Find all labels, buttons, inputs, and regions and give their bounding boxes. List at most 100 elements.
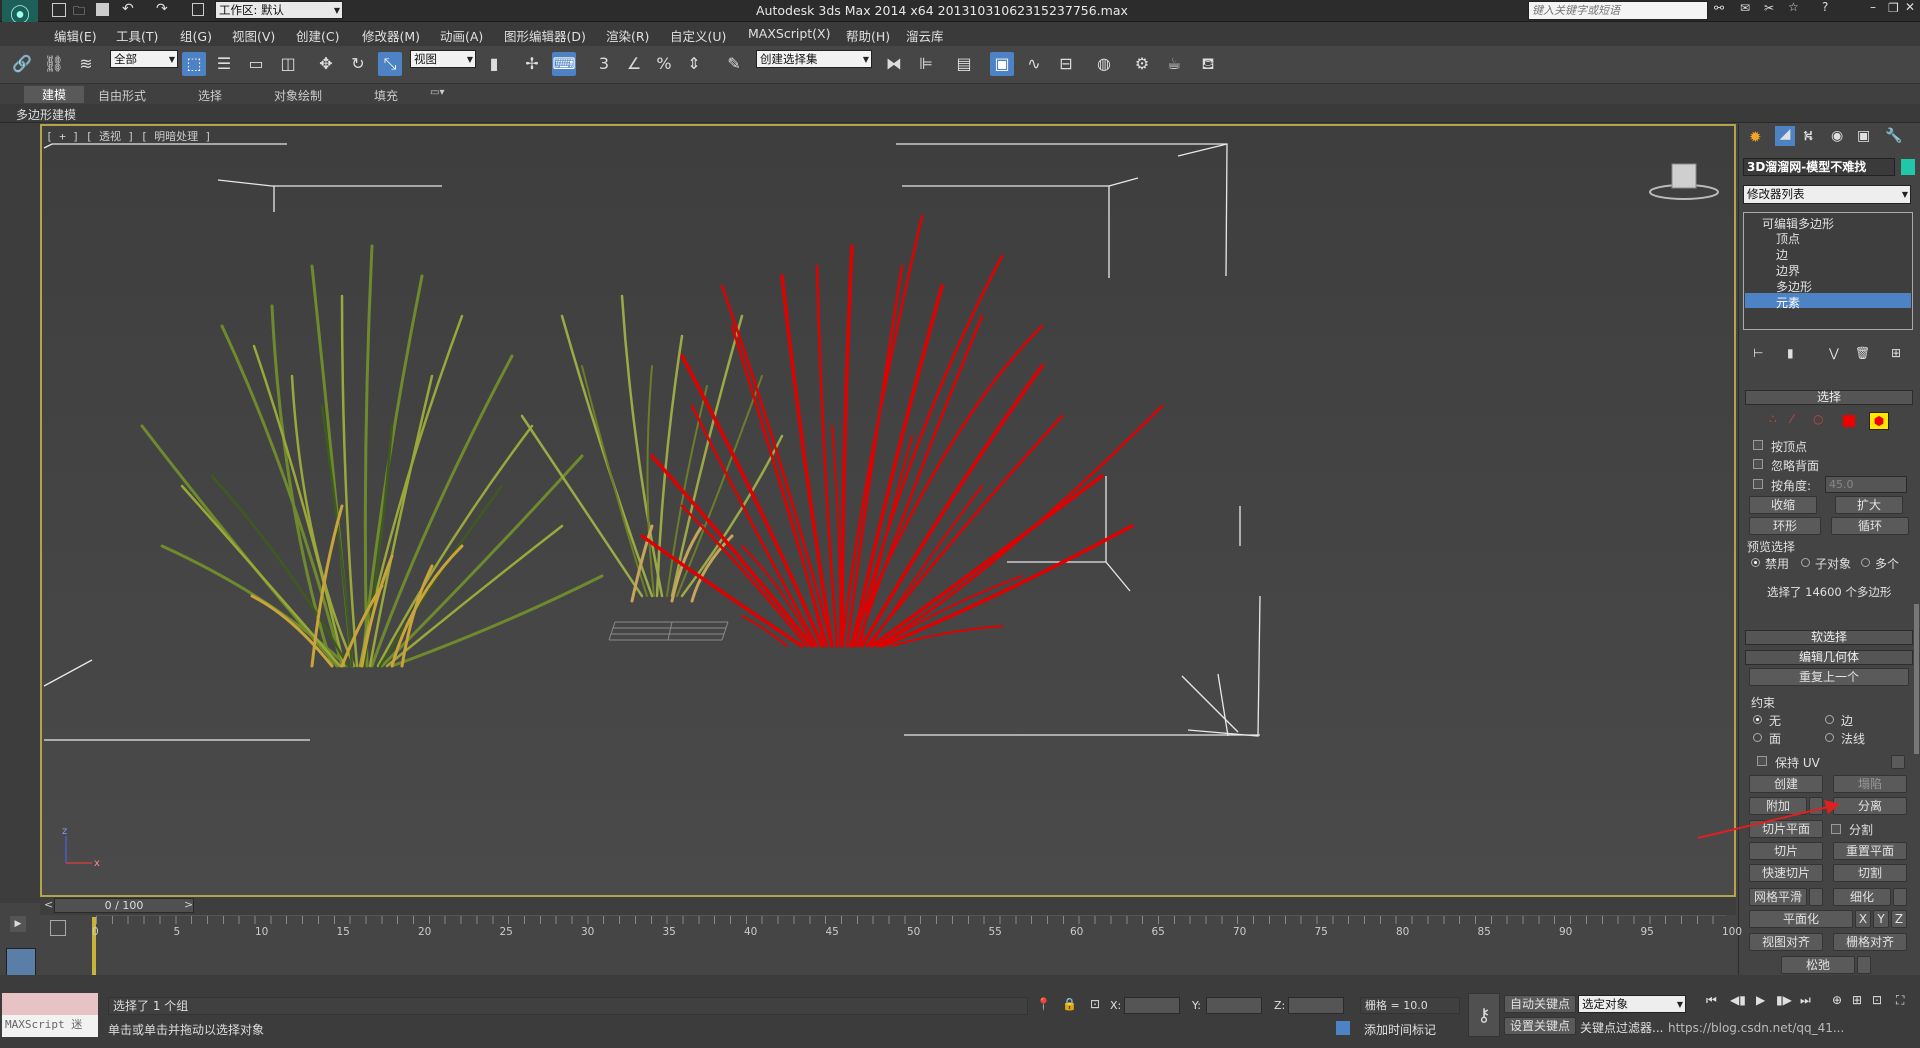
- panel-scrollbar[interactable]: [1914, 604, 1919, 754]
- add-time-tag-icon[interactable]: [1336, 1021, 1350, 1035]
- menu-animation[interactable]: 动画(A): [440, 26, 483, 45]
- search-input[interactable]: 键入关键字或短语: [1528, 1, 1708, 20]
- named-selection-dropdown[interactable]: 创建选择集: [756, 50, 872, 68]
- auto-key-button[interactable]: 自动关键点: [1504, 995, 1576, 1013]
- menu-edit[interactable]: 编辑(E): [54, 26, 97, 45]
- mini-curve-editor-icon[interactable]: [50, 920, 66, 936]
- collapse-button[interactable]: 塌陷: [1833, 775, 1907, 793]
- create-button[interactable]: 创建: [1749, 775, 1823, 793]
- zoom-extents-icon[interactable]: ⊡: [1872, 993, 1882, 1007]
- layer-manager-icon[interactable]: ▤: [952, 52, 976, 76]
- viewcube-icon[interactable]: [1649, 163, 1719, 200]
- grid-align-button[interactable]: 栅格对齐: [1833, 933, 1907, 951]
- time-slider[interactable]: < 0 / 100 >: [40, 897, 1736, 915]
- track-bar[interactable]: 0 5 10 15 20 25 30 35 40 45 50 55 60 65 70 75 80 85 90 95 10…: [40, 915, 1742, 975]
- make-planar-button[interactable]: 平面化: [1749, 910, 1853, 928]
- ribbon-options-icon[interactable]: ▭▾: [430, 87, 444, 98]
- z-coord-field[interactable]: [1288, 997, 1344, 1014]
- select-by-name-icon[interactable]: ☰: [212, 52, 236, 76]
- menu-rendering[interactable]: 渲染(R): [606, 26, 649, 45]
- maxscript-listener-pink[interactable]: [2, 993, 98, 1015]
- rendered-frame-icon[interactable]: ☕: [1162, 52, 1186, 76]
- time-slider-prev[interactable]: <: [44, 898, 53, 911]
- snap-3-icon[interactable]: 3: [592, 52, 616, 76]
- remove-modifier-icon[interactable]: 🗑: [1855, 346, 1870, 360]
- save-icon[interactable]: [96, 3, 109, 16]
- goto-start-icon[interactable]: ⏮: [1706, 993, 1717, 1008]
- viewport-layout-icon[interactable]: [6, 948, 36, 978]
- rotate-icon[interactable]: ↻: [346, 52, 370, 76]
- tessellate-button[interactable]: 细化: [1833, 888, 1891, 906]
- tools-icon[interactable]: ✂: [1764, 1, 1774, 15]
- lock-selection-icon[interactable]: 🔒: [1062, 997, 1077, 1011]
- shrink-button[interactable]: 收缩: [1749, 496, 1817, 514]
- tab-object-paint[interactable]: 对象绘制: [274, 87, 322, 104]
- meshsmooth-settings-button[interactable]: [1809, 888, 1823, 906]
- key-target-dropdown[interactable]: 选定对象: [1578, 995, 1686, 1013]
- vertex-mode-icon[interactable]: ∴: [1769, 412, 1777, 426]
- close-icon[interactable]: ✕: [1905, 0, 1915, 14]
- minimize-icon[interactable]: –: [1870, 0, 1876, 14]
- create-tab-icon[interactable]: ✹: [1749, 128, 1762, 146]
- preserve-uv-settings-button[interactable]: [1891, 755, 1905, 769]
- time-slider-next[interactable]: >: [184, 898, 193, 911]
- tab-selection[interactable]: 选择: [198, 87, 222, 104]
- stack-item-edge[interactable]: 边: [1776, 246, 1788, 263]
- play-icon[interactable]: ▶: [1756, 993, 1765, 1007]
- edge-mode-icon[interactable]: ⁄: [1791, 412, 1793, 426]
- modifier-list-dropdown[interactable]: 修改器列表: [1743, 185, 1911, 204]
- by-angle-checkbox[interactable]: [1753, 479, 1763, 489]
- hold-icon[interactable]: [192, 3, 204, 16]
- ignore-backfacing-checkbox[interactable]: [1753, 459, 1763, 469]
- isolate-icon[interactable]: 📍: [1036, 997, 1051, 1011]
- stack-item-element[interactable]: [1745, 293, 1911, 308]
- constraint-edge-radio[interactable]: [1825, 715, 1834, 724]
- pivot-icon[interactable]: ▮: [482, 52, 506, 76]
- menu-views[interactable]: 视图(V): [232, 26, 275, 45]
- menu-modifiers[interactable]: 修改器(M): [362, 26, 420, 45]
- maximize-viewport-icon[interactable]: ⛶: [1896, 993, 1904, 1008]
- preview-multiple-radio[interactable]: [1861, 558, 1870, 567]
- zoom-icon[interactable]: ⊕: [1832, 993, 1842, 1007]
- hierarchy-tab-icon[interactable]: ⛕: [1803, 128, 1813, 146]
- play-side-icon[interactable]: ▶: [10, 916, 26, 932]
- maxscript-mini-listener[interactable]: MAXScript 迷: [2, 1015, 98, 1037]
- graphite-toggle-icon[interactable]: ▣: [990, 52, 1014, 76]
- menu-group[interactable]: 组(G): [180, 26, 212, 45]
- keyboard-shortcut-icon[interactable]: ⌨: [552, 52, 576, 76]
- menu-help[interactable]: 帮助(H): [846, 26, 890, 45]
- menu-maxscript[interactable]: MAXScript(X): [748, 26, 830, 41]
- configure-sets-icon[interactable]: ⊞: [1891, 346, 1901, 360]
- key-filters-label[interactable]: 关键点过滤器...: [1580, 1019, 1663, 1036]
- utilities-tab-icon[interactable]: 🔧: [1885, 128, 1902, 144]
- meshsmooth-button[interactable]: 网格平滑: [1749, 888, 1807, 906]
- redo-icon[interactable]: ↷: [156, 1, 168, 17]
- ref-coord-dropdown[interactable]: 视图: [410, 50, 476, 68]
- ring-button[interactable]: 环形: [1749, 517, 1821, 535]
- menu-graph-editors[interactable]: 图形编辑器(D): [504, 26, 586, 45]
- x-coord-field[interactable]: [1124, 997, 1180, 1014]
- border-mode-icon[interactable]: ○: [1813, 412, 1823, 426]
- material-editor-icon[interactable]: ◍: [1092, 52, 1116, 76]
- restore-icon[interactable]: ❐: [1888, 1, 1899, 15]
- by-vertex-checkbox[interactable]: [1753, 440, 1763, 450]
- window-crossing-icon[interactable]: ◫: [276, 52, 300, 76]
- tessellate-settings-button[interactable]: [1893, 888, 1907, 906]
- display-tab-icon[interactable]: ▣: [1857, 128, 1870, 144]
- percent-snap-icon[interactable]: %: [652, 52, 676, 76]
- communication-icon[interactable]: ✉: [1740, 1, 1750, 15]
- open-file-icon[interactable]: 🗀: [73, 2, 85, 23]
- goto-end-icon[interactable]: ⏭: [1800, 993, 1811, 1008]
- spinner-snap-icon[interactable]: ⇕: [682, 52, 706, 76]
- constraint-face-radio[interactable]: [1753, 733, 1762, 742]
- grow-button[interactable]: 扩大: [1835, 496, 1903, 514]
- relax-settings-button[interactable]: [1857, 956, 1871, 974]
- tab-freeform[interactable]: 自由形式: [98, 87, 146, 104]
- polygon-mode-icon[interactable]: [1843, 415, 1855, 427]
- edit-named-selection-icon[interactable]: ✎: [722, 52, 746, 76]
- modify-tab-icon[interactable]: ◢: [1775, 126, 1795, 146]
- absolute-mode-icon[interactable]: ⊡: [1090, 997, 1100, 1011]
- cut-button[interactable]: 切割: [1833, 864, 1907, 882]
- polygon-modeling-label[interactable]: 多边形建模: [16, 106, 76, 123]
- selection-filter-dropdown[interactable]: 全部: [110, 50, 178, 68]
